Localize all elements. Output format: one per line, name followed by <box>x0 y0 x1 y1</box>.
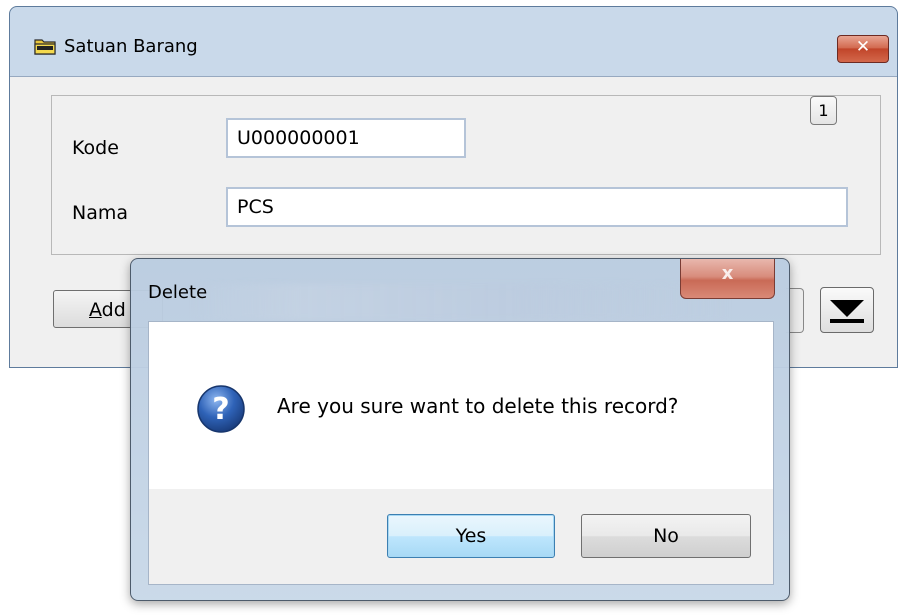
record-group <box>51 95 881 255</box>
record-number-badge: 1 <box>810 96 837 125</box>
add-label: dd <box>101 299 126 321</box>
svg-text:?: ? <box>212 392 229 427</box>
kode-field[interactable]: U000000001 <box>226 118 466 158</box>
last-record-icon <box>830 300 864 323</box>
dialog-message: Are you sure want to delete this record? <box>277 394 679 418</box>
kode-label: Kode <box>72 137 119 159</box>
blurred-background-toolbar <box>191 284 731 320</box>
delete-dialog: Delete x ? Are you sure want to delete t… <box>130 258 790 601</box>
nama-field[interactable]: PCS <box>226 187 848 227</box>
window-close-button[interactable]: ✕ <box>837 35 889 63</box>
dialog-body: ? Are you sure want to delete this recor… <box>148 321 774 585</box>
nama-label: Nama <box>72 202 129 224</box>
title-bar[interactable]: Satuan Barang ✕ <box>10 7 897 77</box>
dialog-close-button[interactable]: x <box>680 259 775 299</box>
window-title: Satuan Barang <box>64 36 198 57</box>
no-button[interactable]: No <box>581 514 751 558</box>
yes-button[interactable]: Yes <box>387 514 555 558</box>
question-icon: ? <box>197 385 245 433</box>
close-icon: ✕ <box>855 37 871 57</box>
folder-icon <box>34 39 56 55</box>
last-record-button[interactable] <box>820 287 874 333</box>
close-icon: x <box>721 263 734 284</box>
dialog-title: Delete <box>148 282 208 303</box>
add-hotkey: A <box>89 299 102 321</box>
